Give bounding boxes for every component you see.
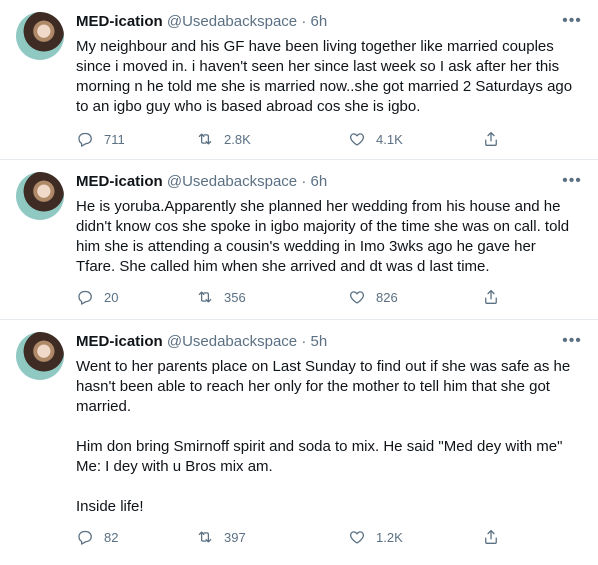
avatar[interactable]: [16, 12, 64, 60]
heart-icon: [349, 531, 365, 544]
tweet-text: Went to her parents place on Last Sunday…: [76, 358, 571, 515]
tweet-header: MED-ication @Usedabackspace · 5h: [76, 332, 327, 352]
tweet[interactable]: MED-ication @Usedabackspace · 5h ••• Wen…: [0, 320, 598, 565]
heart-icon: [349, 133, 365, 146]
reply-count: 711: [104, 131, 125, 147]
more-icon[interactable]: •••: [562, 13, 582, 34]
share-icon: [485, 131, 497, 146]
retweet-button[interactable]: 356: [196, 287, 246, 307]
like-count: 1.2K: [376, 529, 403, 545]
like-button[interactable]: 1.2K: [348, 527, 403, 547]
author-name[interactable]: MED-ication: [76, 333, 163, 350]
retweet-count: 356: [224, 289, 246, 305]
like-count: 4.1K: [376, 131, 403, 147]
heart-icon: [349, 291, 365, 304]
retweet-icon: [198, 291, 212, 303]
tweet[interactable]: MED-ication @Usedabackspace · 6h ••• He …: [0, 160, 598, 320]
share-icon: [485, 289, 497, 304]
author-handle[interactable]: @Usedabackspace: [167, 173, 297, 190]
author-handle[interactable]: @Usedabackspace: [167, 333, 297, 350]
avatar[interactable]: [16, 332, 64, 380]
reply-count: 20: [104, 289, 119, 305]
like-count: 826: [376, 289, 398, 305]
tweet-time[interactable]: · 5h: [297, 333, 327, 350]
retweet-count: 397: [224, 529, 246, 545]
author-name[interactable]: MED-ication: [76, 173, 163, 190]
tweet-actions: 82 397 1.2K: [76, 527, 516, 547]
reply-icon: [78, 530, 92, 545]
reply-count: 82: [104, 529, 119, 545]
avatar[interactable]: [16, 172, 64, 220]
reply-icon: [78, 290, 92, 305]
more-icon[interactable]: •••: [562, 333, 582, 354]
tweet-time[interactable]: · 6h: [297, 13, 327, 30]
tweet-actions: 20 356 826: [76, 287, 516, 307]
reply-button[interactable]: 20: [76, 287, 118, 307]
retweet-button[interactable]: 2.8K: [196, 129, 251, 149]
reply-icon: [78, 132, 92, 147]
tweet-text: My neighbour and his GF have been living…: [76, 38, 577, 115]
retweet-icon: [198, 133, 212, 145]
tweet[interactable]: MED-ication @Usedabackspace · 6h ••• My …: [0, 0, 598, 160]
more-icon[interactable]: •••: [562, 173, 582, 194]
like-button[interactable]: 826: [348, 287, 398, 307]
tweet-header: MED-ication @Usedabackspace · 6h: [76, 172, 327, 192]
reply-button[interactable]: 711: [76, 129, 125, 149]
share-icon: [485, 529, 497, 544]
like-button[interactable]: 4.1K: [348, 129, 403, 149]
tweet-time[interactable]: · 6h: [297, 173, 327, 190]
tweet-text: He is yoruba.Apparently she planned her …: [76, 198, 574, 275]
retweet-icon: [198, 531, 212, 543]
author-handle[interactable]: @Usedabackspace: [167, 13, 297, 30]
author-name[interactable]: MED-ication: [76, 13, 163, 30]
tweet-header: MED-ication @Usedabackspace · 6h: [76, 12, 327, 32]
retweet-count: 2.8K: [224, 131, 251, 147]
tweet-actions: 711 2.8K 4.1K: [76, 129, 516, 149]
share-button[interactable]: [482, 527, 500, 547]
retweet-button[interactable]: 397: [196, 527, 246, 547]
share-button[interactable]: [482, 287, 500, 307]
reply-button[interactable]: 82: [76, 527, 118, 547]
share-button[interactable]: [482, 129, 500, 149]
